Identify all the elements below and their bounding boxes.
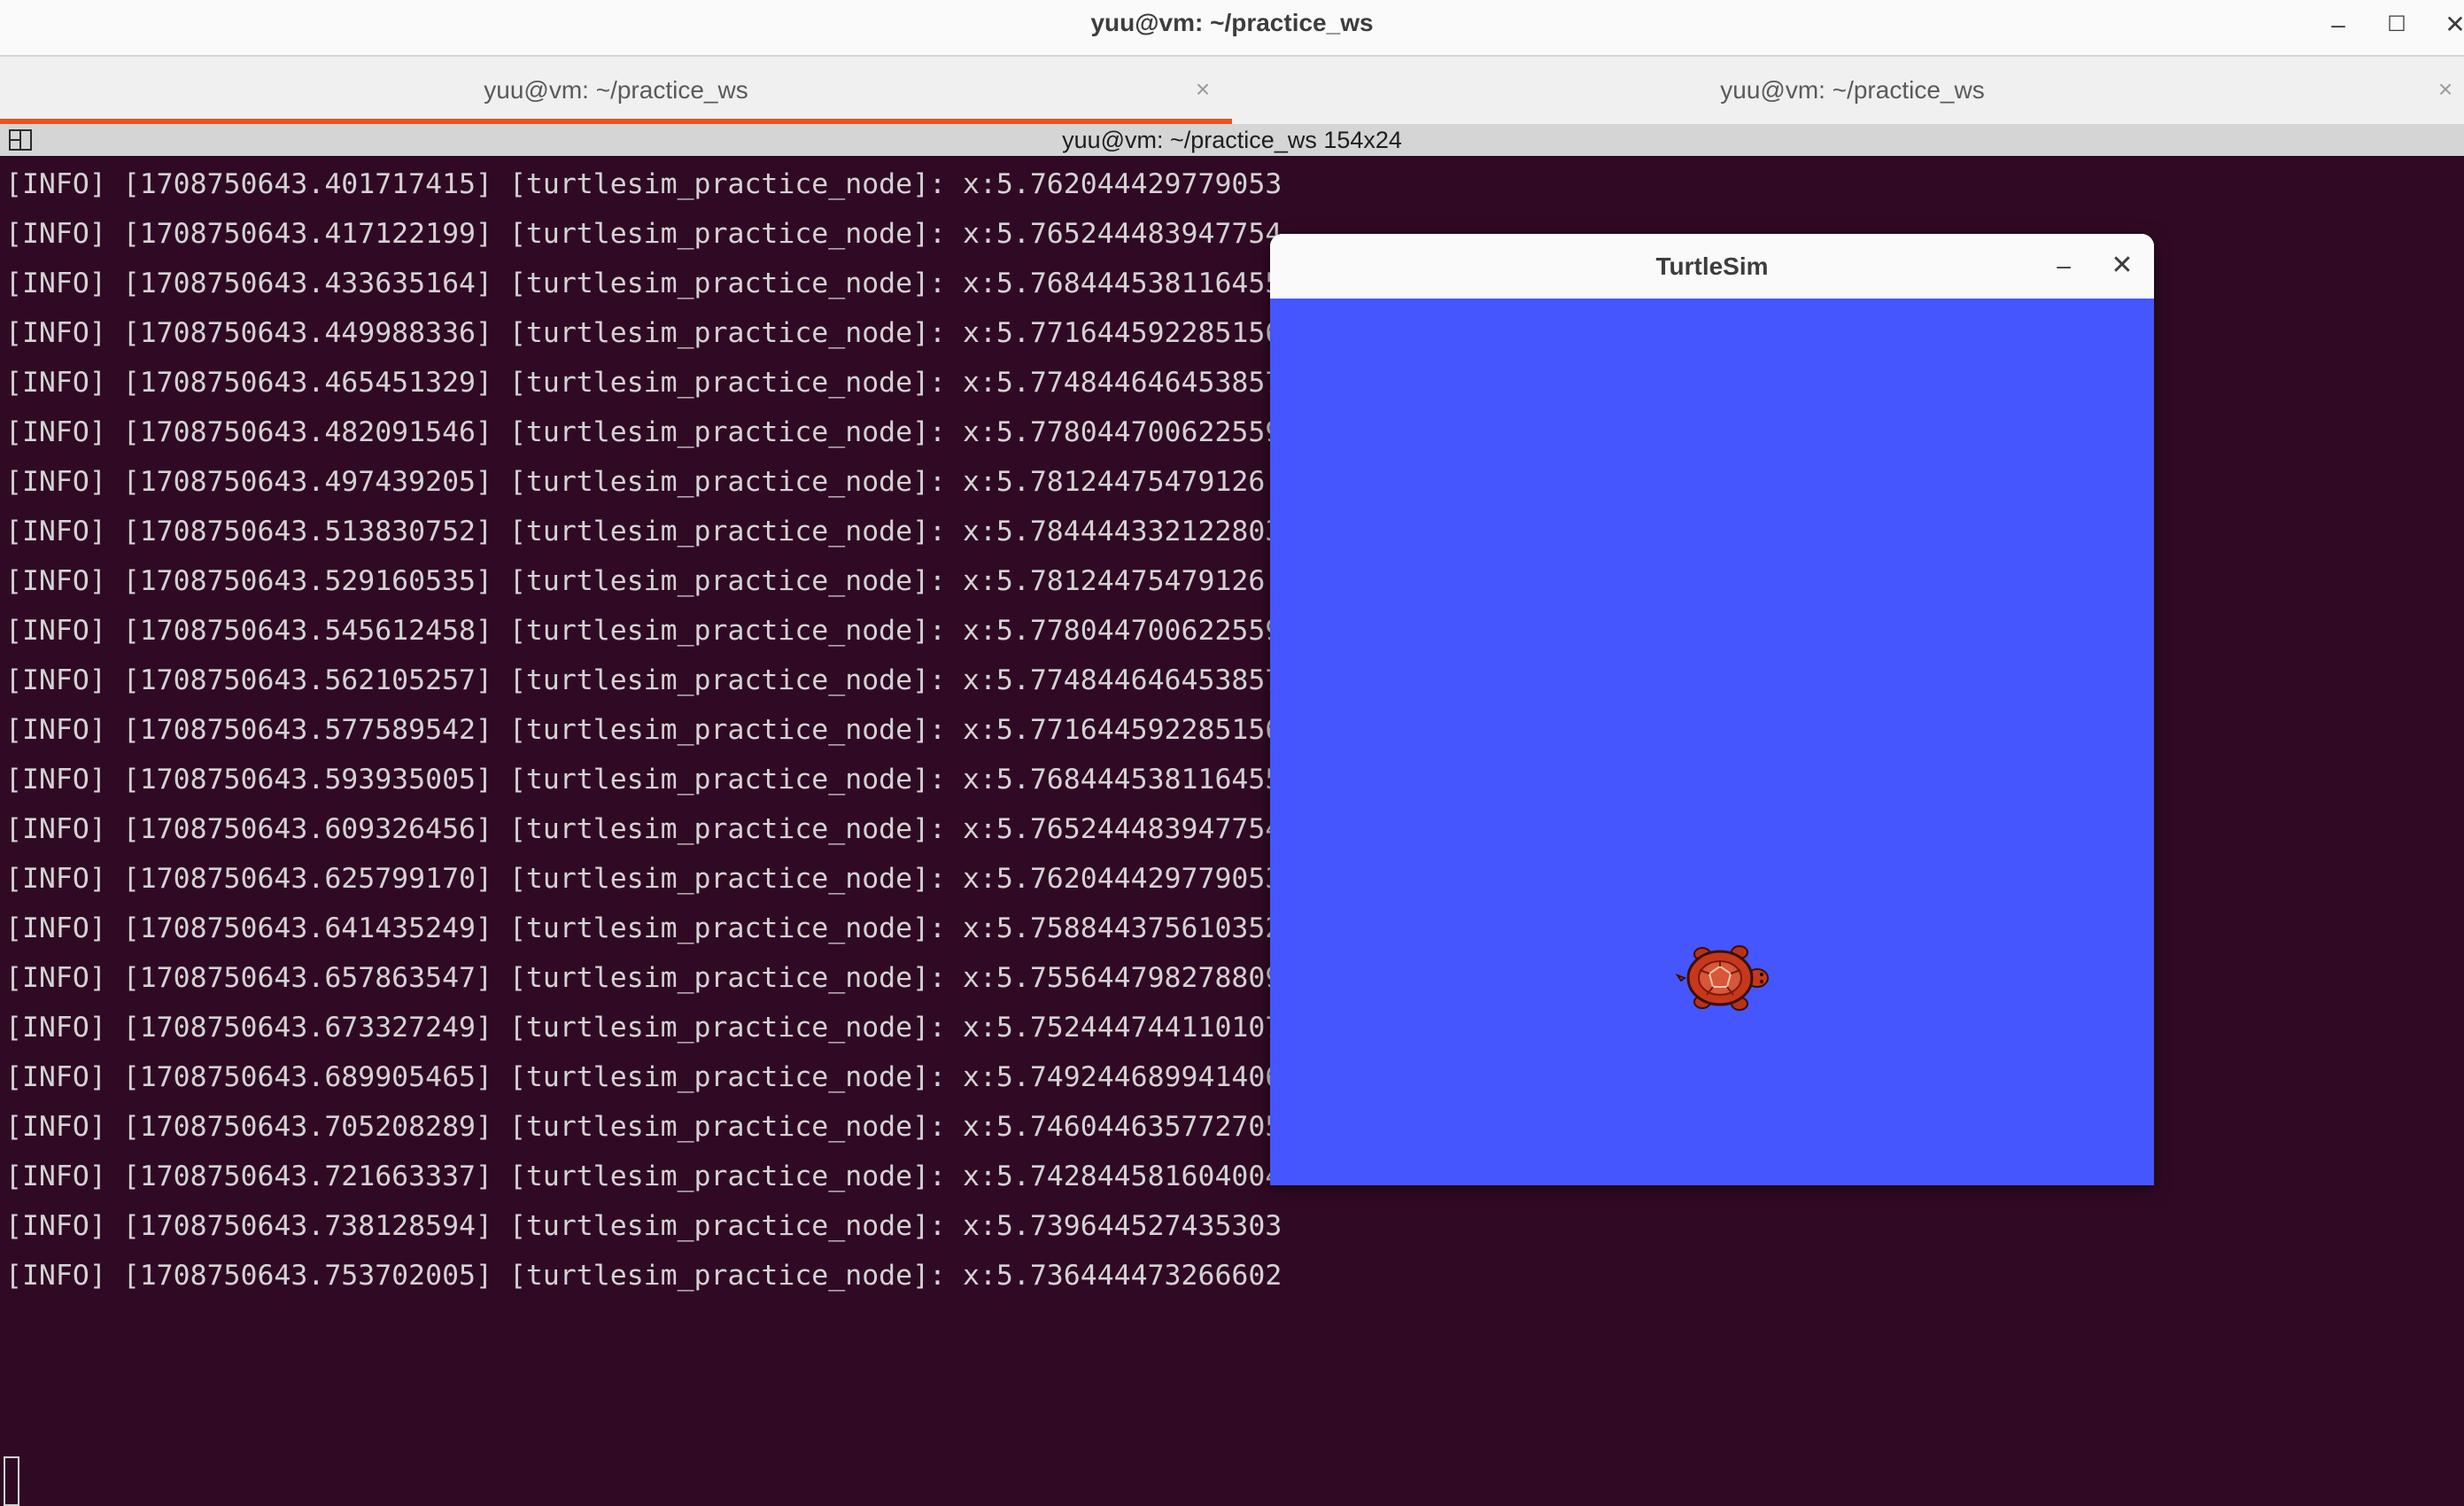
turtlesim-minimize-button[interactable]: – <box>2049 252 2078 280</box>
turtlesim-canvas <box>1270 299 2154 1185</box>
terminal-cursor <box>4 1456 19 1506</box>
terminal-line: [INFO] [1708750643.417122199] [turtlesim… <box>5 218 1282 250</box>
turtlesim-close-button[interactable]: ✕ <box>2108 252 2136 280</box>
window-titlebar: yuu@vm: ~/practice_ws – ☐ ✕ <box>0 0 2464 57</box>
terminal-line: [INFO] [1708750643.738128594] [turtlesim… <box>5 1210 1282 1242</box>
close-button[interactable]: ✕ <box>2441 11 2464 39</box>
terminal-line: [INFO] [1708750643.609326456] [turtlesim… <box>5 813 1282 845</box>
terminal-line: [INFO] [1708750643.482091546] [turtlesim… <box>5 416 1282 448</box>
terminal-line: [INFO] [1708750643.753702005] [turtlesim… <box>5 1260 1282 1292</box>
tab-2[interactable]: yuu@vm: ~/practice_ws × <box>1236 57 2464 124</box>
tab-1[interactable]: yuu@vm: ~/practice_ws × <box>0 57 1232 124</box>
window-title: yuu@vm: ~/practice_ws <box>1090 9 1374 36</box>
tab-close-button[interactable]: × <box>2432 76 2459 103</box>
terminal-line: [INFO] [1708750643.625799170] [turtlesim… <box>5 863 1282 895</box>
terminal-line: [INFO] [1708750643.465451329] [turtlesim… <box>5 367 1282 399</box>
terminal-header-title: yuu@vm: ~/practice_ws 154x24 <box>1062 127 1402 153</box>
turtlesim-titlebar: TurtleSim – ✕ <box>1270 234 2154 299</box>
terminal-line: [INFO] [1708750643.433635164] [turtlesim… <box>5 268 1282 299</box>
terminal-line: [INFO] [1708750643.529160535] [turtlesim… <box>5 565 1266 597</box>
terminal-line: [INFO] [1708750643.689905465] [turtlesim… <box>5 1061 1282 1093</box>
turtlesim-title: TurtleSim <box>1655 252 1769 280</box>
minimize-button[interactable]: – <box>2324 11 2352 39</box>
turtlesim-window[interactable]: TurtleSim – ✕ <box>1270 234 2154 1185</box>
tab-label: yuu@vm: ~/practice_ws <box>484 76 748 104</box>
terminal-line: [INFO] [1708750643.545612458] [turtlesim… <box>5 615 1282 647</box>
terminal-line: [INFO] [1708750643.641435249] [turtlesim… <box>5 912 1282 944</box>
terminal-line: [INFO] [1708750643.593935005] [turtlesim… <box>5 764 1282 796</box>
terminal-header: yuu@vm: ~/practice_ws 154x24 <box>0 124 2464 156</box>
tab-bar: yuu@vm: ~/practice_ws × yuu@vm: ~/practi… <box>0 57 2464 124</box>
terminal-line: [INFO] [1708750643.562105257] [turtlesim… <box>5 664 1282 696</box>
terminal-line: [INFO] [1708750643.657863547] [turtlesim… <box>5 962 1282 994</box>
maximize-button[interactable]: ☐ <box>2383 11 2411 39</box>
tab-label: yuu@vm: ~/practice_ws <box>1720 76 1985 104</box>
terminal-line: [INFO] [1708750643.497439205] [turtlesim… <box>5 466 1266 498</box>
tab-close-button[interactable]: × <box>1189 76 1216 103</box>
terminal-line: [INFO] [1708750643.401717415] [turtlesim… <box>5 168 1282 200</box>
terminal-line: [INFO] [1708750643.705208289] [turtlesim… <box>5 1111 1282 1143</box>
turtle-icon <box>1676 945 1769 1011</box>
terminal-line: [INFO] [1708750643.513830752] [turtlesim… <box>5 516 1282 547</box>
terminal-line: [INFO] [1708750643.721663337] [turtlesim… <box>5 1161 1282 1192</box>
terminal-line: [INFO] [1708750643.577589542] [turtlesim… <box>5 714 1282 746</box>
terminal-line: [INFO] [1708750643.449988336] [turtlesim… <box>5 317 1282 349</box>
terminal-line: [INFO] [1708750643.673327249] [turtlesim… <box>5 1012 1282 1044</box>
